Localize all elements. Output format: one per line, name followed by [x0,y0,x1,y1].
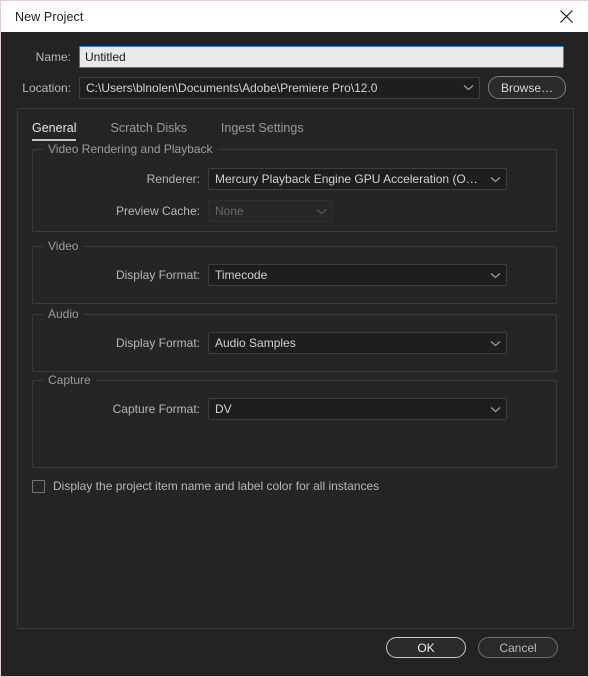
audio-display-format-combo[interactable]: Audio Samples [208,332,507,354]
renderer-label: Renderer: [146,172,200,186]
display-project-item-name-label: Display the project item name and label … [53,479,380,493]
name-row: Name: [1,46,574,68]
audio-display-format-value: Audio Samples [215,336,296,350]
dialog-body: Name: Location: C:\Users\blnolen\Documen… [1,32,588,676]
close-icon [559,9,574,24]
capture-format-combo[interactable]: DV [208,398,507,420]
video-display-format-combo[interactable]: Timecode [208,264,507,286]
settings-panel: General Scratch Disks Ingest Settings Vi… [17,108,574,629]
tab-ingest-settings[interactable]: Ingest Settings [221,121,304,141]
dialog-footer: OK Cancel [1,637,574,658]
ok-button[interactable]: OK [386,637,466,658]
renderer-value: Mercury Playback Engine GPU Acceleration… [215,172,484,186]
group-audio: Audio Display Format: Audio Samples [32,307,557,372]
group-capture: Capture Capture Format: DV [32,373,557,468]
display-project-item-name-checkbox[interactable] [32,479,45,493]
audio-display-format-label: Display Format: [115,336,200,350]
preview-cache-value: None [215,204,244,218]
project-name-input[interactable] [79,46,564,68]
close-button[interactable] [544,1,588,32]
name-label: Name: [35,50,71,64]
video-display-format-row: Display Format: Timecode [33,264,507,286]
group-video: Video Display Format: Timecode [32,239,557,304]
group-capture-title: Capture [43,373,96,387]
chevron-down-icon [314,208,328,215]
capture-format-row: Capture Format: DV [33,398,507,420]
chevron-down-icon [488,272,502,279]
group-audio-title: Audio [43,307,84,321]
preview-cache-row: Preview Cache: None [33,200,333,222]
preview-cache-combo: None [208,200,333,222]
location-value: C:\Users\blnolen\Documents\Adobe\Premier… [86,80,378,95]
group-video-rendering-title: Video Rendering and Playback [43,142,218,156]
chevron-down-icon [461,84,475,91]
tab-scratch-disks[interactable]: Scratch Disks [110,121,186,141]
title-bar: New Project [1,1,588,32]
cancel-button[interactable]: Cancel [478,637,558,658]
location-label: Location: [22,80,71,95]
group-video-rendering: Video Rendering and Playback Renderer: M… [32,142,557,232]
preview-cache-label: Preview Cache: [115,204,200,218]
renderer-combo[interactable]: Mercury Playback Engine GPU Acceleration… [208,168,507,190]
video-display-format-label: Display Format: [115,268,200,282]
video-display-format-value: Timecode [215,268,268,282]
chevron-down-icon [488,340,502,347]
chevron-down-icon [488,176,502,183]
chevron-down-icon [488,406,502,413]
window-title: New Project [15,9,84,24]
new-project-dialog: New Project Name: Location: C:\Users\bln… [0,0,589,677]
capture-format-value: DV [215,402,232,416]
capture-format-label: Capture Format: [112,402,200,416]
location-row: Location: C:\Users\blnolen\Documents\Ado… [1,76,574,99]
audio-display-format-row: Display Format: Audio Samples [33,332,507,354]
tab-general[interactable]: General [32,121,77,141]
browse-button[interactable]: Browse… [488,76,566,99]
display-project-item-name-row[interactable]: Display the project item name and label … [32,479,379,493]
tab-strip: General Scratch Disks Ingest Settings [18,109,573,141]
location-combo[interactable]: C:\Users\blnolen\Documents\Adobe\Premier… [79,76,480,99]
group-video-title: Video [43,239,84,253]
renderer-row: Renderer: Mercury Playback Engine GPU Ac… [33,168,507,190]
